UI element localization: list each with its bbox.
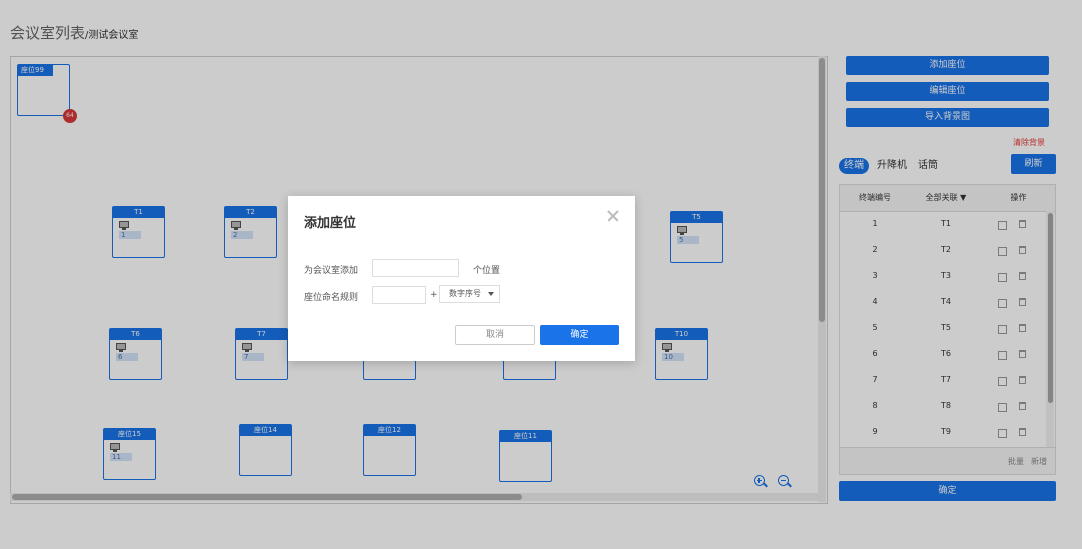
page: 会议室列表/测试会议室 座位99 64 T1 1 T2 2 T5 5 T6 6 xyxy=(0,0,1082,549)
seat-count-input[interactable] xyxy=(372,259,459,277)
ok-button[interactable]: 确定 xyxy=(540,325,619,345)
naming-prefix-input[interactable] xyxy=(372,286,426,304)
naming-rule-select[interactable]: 数字序号 xyxy=(439,285,500,303)
naming-rule-label: 座位命名规则 xyxy=(304,293,359,303)
close-icon[interactable] xyxy=(606,209,620,223)
cancel-button[interactable]: 取消 xyxy=(455,325,535,345)
add-seat-dialog: 添加座位 为会议室添加 个位置 座位命名规则 + 数字序号 取消 确定 xyxy=(288,196,635,361)
seat-count-label: 为会议室添加 xyxy=(304,266,359,276)
dialog-title: 添加座位 xyxy=(304,216,357,231)
plus-sign: + xyxy=(430,290,438,300)
caret-down-icon xyxy=(488,292,494,296)
seat-count-suffix: 个位置 xyxy=(473,266,501,276)
naming-rule-selected: 数字序号 xyxy=(449,289,481,298)
